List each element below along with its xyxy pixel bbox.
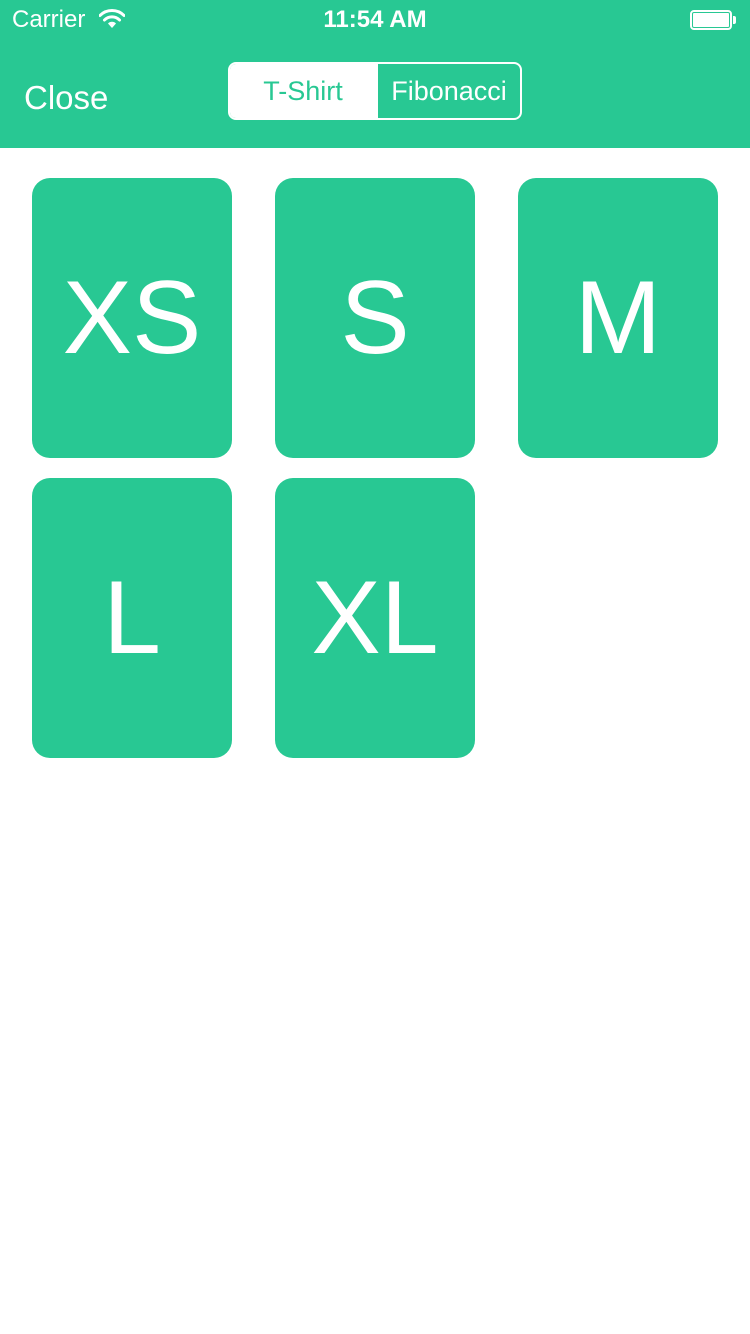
header: Carrier 11:54 AM Close T-Shirt Fibonacci [0, 0, 750, 148]
status-bar: Carrier 11:54 AM [0, 0, 750, 40]
card-m[interactable]: M [518, 178, 718, 458]
estimation-mode-segmented-control: T-Shirt Fibonacci [228, 62, 522, 120]
card-xs[interactable]: XS [32, 178, 232, 458]
segment-fibonacci[interactable]: Fibonacci [376, 64, 520, 118]
card-s[interactable]: S [275, 178, 475, 458]
segment-t-shirt[interactable]: T-Shirt [230, 64, 376, 118]
battery-icon [690, 10, 736, 30]
status-time: 11:54 AM [323, 6, 427, 33]
close-button[interactable]: Close [24, 78, 108, 118]
card-l[interactable]: L [32, 478, 232, 758]
card-xl[interactable]: XL [275, 478, 475, 758]
